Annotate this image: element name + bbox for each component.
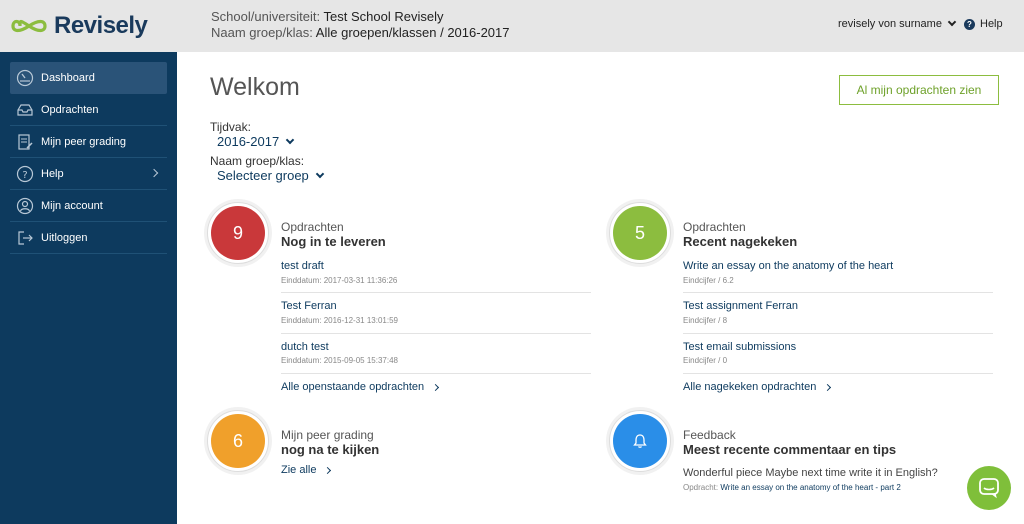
peer-title: nog na te kijken: [281, 442, 380, 457]
svg-text:?: ?: [22, 170, 27, 181]
chat-button[interactable]: [967, 466, 1011, 510]
sidebar-item-label: Opdrachten: [41, 103, 99, 116]
infinity-logo-icon: [11, 19, 47, 33]
help-label: Help: [980, 18, 1003, 30]
sidebar-item-label: Mijn peer grading: [41, 135, 126, 148]
pending-item-meta: Einddatum: 2017-03-31 11:36:26: [281, 276, 398, 285]
sidebar-item-label: Dashboard: [41, 71, 95, 84]
sidebar-item-account[interactable]: Mijn account: [10, 190, 167, 222]
inbox-icon: [16, 101, 34, 119]
divider: [683, 292, 993, 293]
feedback-subtitle: Feedback: [683, 428, 736, 442]
feedback-text: Wonderful piece Maybe next time write it…: [683, 467, 938, 479]
pending-item-title[interactable]: test draft: [281, 260, 324, 272]
group-label: Naam groep/klas:: [211, 25, 313, 40]
pending-count-badge: 9: [207, 202, 269, 264]
graded-item-meta: Eindcijfer / 8: [683, 316, 728, 325]
feedback-circle: [613, 414, 667, 468]
sidebar-item-help[interactable]: ? Help: [10, 158, 167, 190]
sidebar-item-dashboard[interactable]: Dashboard: [10, 62, 167, 94]
divider: [683, 333, 993, 334]
school-info: School/universiteit: Test School Revisel…: [211, 9, 510, 41]
divider: [683, 373, 993, 374]
graded-item-meta: Eindcijfer / 6.2: [683, 276, 734, 285]
pending-subtitle: Opdrachten: [281, 220, 344, 234]
peer-see-all-label: Zie alle: [281, 464, 317, 476]
logout-icon: [16, 229, 34, 247]
chevron-right-icon: [432, 383, 440, 391]
group-select-label: Naam groep/klas:: [210, 154, 305, 168]
sidebar-item-label: Help: [41, 167, 64, 180]
chevron-down-icon: [947, 17, 957, 27]
chevron-right-icon: [149, 168, 159, 178]
bell-icon: [633, 434, 647, 448]
revisely-logo[interactable]: Revisely: [10, 12, 148, 40]
gauge-icon: [16, 69, 34, 87]
chevron-down-icon: [285, 135, 295, 144]
peer-subtitle: Mijn peer grading: [281, 428, 374, 442]
group-select-value: Selecteer groep: [217, 168, 309, 183]
sidebar-item-label: Uitloggen: [41, 231, 88, 244]
pending-count: 9: [211, 206, 265, 260]
feedback-meta: Opdracht: Write an essay on the anatomy …: [683, 483, 901, 492]
tijdvak-value: 2016-2017: [217, 134, 280, 149]
chat-icon: [979, 478, 999, 499]
pending-title: Nog in te leveren: [281, 234, 386, 249]
graded-count: 5: [613, 206, 667, 260]
chevron-right-icon: [824, 383, 832, 391]
sidebar-item-logout[interactable]: Uitloggen: [10, 222, 167, 254]
feedback-meta-label: Opdracht:: [683, 483, 719, 492]
peer-count: 6: [211, 414, 265, 468]
feedback-title: Meest recente commentaar en tips: [683, 442, 897, 457]
graded-item-title[interactable]: Write an essay on the anatomy of the hea…: [683, 260, 893, 272]
pending-item-meta: Einddatum: 2016-12-31 13:01:59: [281, 316, 398, 325]
feedback-badge: [609, 410, 671, 472]
school-label: School/universiteit:: [211, 9, 321, 24]
all-pending-link[interactable]: Alle openstaande opdrachten: [281, 381, 440, 393]
tijdvak-label: Tijdvak:: [210, 120, 251, 134]
all-pending-label: Alle openstaande opdrachten: [281, 381, 425, 393]
graded-title: Recent nagekeken: [683, 234, 798, 249]
graded-subtitle: Opdrachten: [683, 220, 746, 234]
all-assignments-button[interactable]: Al mijn opdrachten zien: [839, 75, 999, 105]
pending-item-title[interactable]: Test Ferran: [281, 300, 337, 312]
pending-item-meta: Einddatum: 2015-09-05 15:37:48: [281, 356, 398, 365]
user-icon: [16, 197, 34, 215]
peer-see-all-link[interactable]: Zie alle: [281, 464, 332, 476]
tijdvak-select[interactable]: 2016-2017: [217, 134, 295, 149]
sidebar-item-peer-grading[interactable]: Mijn peer grading: [10, 126, 167, 158]
sidebar-item-label: Mijn account: [41, 199, 103, 212]
feedback-assignment-link[interactable]: Write an essay on the anatomy of the hea…: [720, 483, 900, 492]
chevron-right-icon: [324, 466, 332, 474]
peer-count-badge: 6: [207, 410, 269, 472]
all-graded-label: Alle nagekeken opdrachten: [683, 381, 817, 393]
user-menu[interactable]: revisely von surname: [838, 17, 957, 30]
user-name: revisely von surname: [838, 18, 942, 30]
sidebar-item-opdrachten[interactable]: Opdrachten: [10, 94, 167, 126]
school-value: Test School Revisely: [323, 9, 444, 24]
pending-item-title[interactable]: dutch test: [281, 341, 329, 353]
graded-item-title[interactable]: Test assignment Ferran: [683, 300, 798, 312]
group-select[interactable]: Selecteer groep: [217, 168, 325, 183]
question-icon: ?: [964, 18, 975, 30]
question-icon: ?: [16, 165, 34, 183]
logo-text: Revisely: [54, 12, 148, 39]
divider: [281, 333, 591, 334]
graded-item-title[interactable]: Test email submissions: [683, 341, 796, 353]
page-title: Welkom: [210, 73, 300, 101]
group-value: Alle groepen/klassen / 2016-2017: [315, 25, 510, 40]
all-graded-link[interactable]: Alle nagekeken opdrachten: [683, 381, 832, 393]
graded-count-badge: 5: [609, 202, 671, 264]
document-edit-icon: [16, 133, 34, 151]
graded-item-meta: Eindcijfer / 0: [683, 356, 728, 365]
divider: [281, 292, 591, 293]
sidebar: Dashboard Opdrachten Mijn peer grading ?…: [0, 52, 177, 524]
top-bar: Revisely School/universiteit: Test Schoo…: [0, 0, 1024, 52]
help-link[interactable]: ? Help: [964, 18, 1003, 30]
chevron-down-icon: [315, 169, 325, 178]
divider: [281, 373, 591, 374]
